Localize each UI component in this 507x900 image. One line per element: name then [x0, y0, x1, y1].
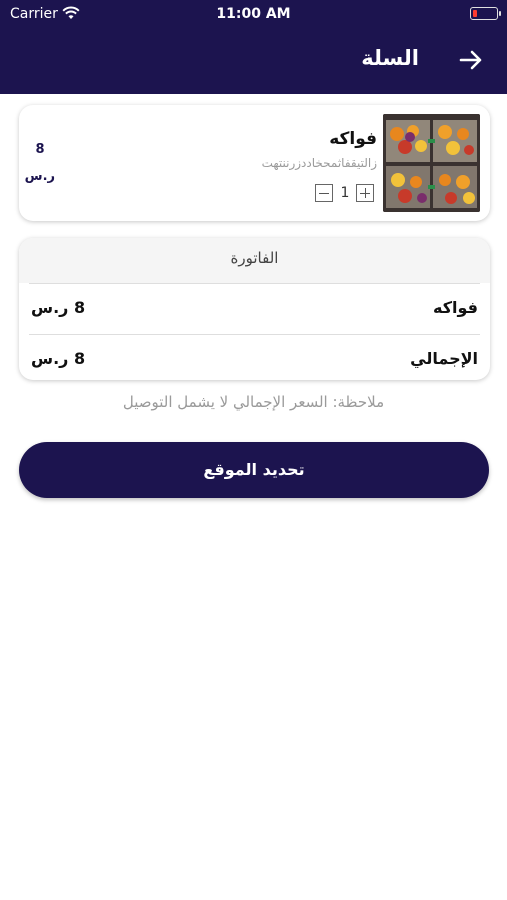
invoice-card: الفاتورة فواكه 8 ر.س الإجمالي 8 ر.س: [19, 238, 490, 380]
product-image[interactable]: [383, 114, 480, 212]
item-currency: ر.س: [24, 169, 55, 184]
status-time: 11:00 AM: [216, 6, 291, 22]
set-location-button[interactable]: تحديد الموقع: [19, 442, 489, 498]
app-header: Carrier 11:00 AM السلة: [0, 0, 507, 94]
arrow-right-icon[interactable]: [459, 49, 483, 71]
invoice-row-value: 8 ر.س: [31, 298, 86, 317]
quantity-value: 1: [340, 185, 350, 201]
battery-icon: [470, 7, 501, 20]
item-price: 8: [35, 142, 45, 157]
invoice-total-value: 8 ر.س: [31, 349, 86, 368]
increase-quantity-button[interactable]: [356, 184, 374, 202]
invoice-row: فواكه 8 ر.س: [19, 284, 490, 332]
cart-item-card: فواكه زالتيقفاثمحخاددزرننتهت 1 8 ر.س: [19, 105, 490, 221]
delivery-note: ملاحظة: السعر الإجمالي لا يشمل التوصيل: [122, 393, 385, 411]
invoice-row-label: فواكه: [433, 298, 478, 317]
product-description: زالتيقفاثمحخاددزرننتهت: [261, 156, 377, 170]
decrease-quantity-button[interactable]: [315, 184, 333, 202]
invoice-total-label: الإجمالي: [410, 349, 478, 368]
status-bar: Carrier 11:00 AM: [0, 0, 507, 28]
quantity-stepper: 1: [315, 184, 377, 204]
page-title: السلة: [361, 46, 419, 70]
invoice-title: الفاتورة: [19, 238, 490, 283]
product-name: فواكه: [329, 129, 377, 149]
minus-icon: [319, 192, 329, 194]
invoice-total-row: الإجمالي 8 ر.س: [19, 335, 490, 380]
